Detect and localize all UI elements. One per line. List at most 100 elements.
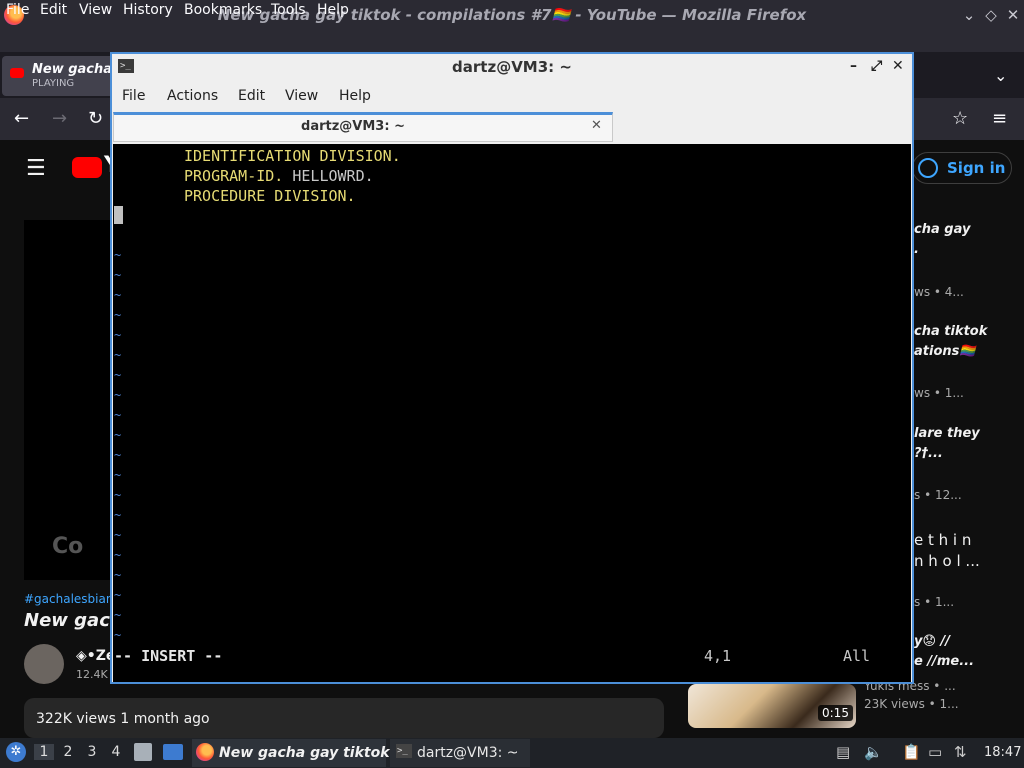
- code-line: PROGRAM-ID. HELLOWRD.: [184, 167, 374, 185]
- ff-menu-file[interactable]: File: [6, 2, 29, 18]
- related-video-meta: s • 12...: [914, 488, 962, 502]
- empty-line-tilde: ~: [114, 608, 122, 622]
- youtube-favicon-icon: [10, 68, 24, 78]
- minimize-icon[interactable]: ⌄: [958, 4, 980, 26]
- file-manager-icon[interactable]: [134, 743, 152, 761]
- reload-icon[interactable]: ↻: [88, 108, 103, 129]
- empty-line-tilde: ~: [114, 488, 122, 502]
- taskbar-terminal-label: dartz@VM3: ~: [417, 745, 519, 761]
- firefox-icon: [196, 743, 214, 761]
- terminal-icon: >_: [396, 744, 412, 758]
- volume-icon[interactable]: 🔈: [864, 743, 883, 761]
- view-count: 322K views 1 month ago: [36, 711, 210, 727]
- empty-line-tilde: ~: [114, 288, 122, 302]
- empty-line-tilde: ~: [114, 448, 122, 462]
- workspace-3[interactable]: 3: [82, 744, 102, 760]
- related-video-meta: 23K views • 1...: [864, 697, 959, 711]
- youtube-logo-icon[interactable]: [72, 157, 102, 178]
- terminal-window-title: dartz@VM3: ~: [452, 58, 572, 76]
- vim-mode-indicator: -- INSERT --: [114, 647, 223, 665]
- workspace-1[interactable]: 1: [34, 744, 54, 760]
- empty-line-tilde: ~: [114, 588, 122, 602]
- ff-menu-history[interactable]: History: [123, 2, 173, 18]
- related-video-meta: s • 1...: [914, 595, 955, 609]
- ff-menu-tools[interactable]: Tools: [271, 2, 306, 18]
- empty-line-tilde: ~: [114, 468, 122, 482]
- maximize-icon[interactable]: ◇: [980, 4, 1002, 26]
- thumbnail-duration: 0:15: [818, 705, 853, 721]
- hamburger-menu-icon[interactable]: ☰: [26, 156, 46, 181]
- terminal-close-icon[interactable]: ✕: [892, 58, 904, 74]
- forward-arrow-icon[interactable]: →: [52, 108, 67, 129]
- workspace-4[interactable]: 4: [106, 744, 126, 760]
- empty-line-tilde: ~: [114, 388, 122, 402]
- empty-line-tilde: ~: [114, 508, 122, 522]
- clipboard-icon[interactable]: 📋: [902, 743, 921, 761]
- empty-line-tilde: ~: [114, 628, 122, 642]
- terminal-minimize-icon[interactable]: –: [850, 58, 857, 74]
- ff-menu-bookmarks[interactable]: Bookmarks: [184, 2, 262, 18]
- terminal-screen[interactable]: [113, 144, 911, 682]
- firefox-menubar: [0, 30, 1024, 52]
- bookmark-star-icon[interactable]: ☆: [952, 108, 968, 129]
- term-menu-actions[interactable]: Actions: [167, 88, 218, 104]
- start-menu-icon[interactable]: ✲: [6, 742, 26, 762]
- player-watermark: Co: [52, 534, 84, 559]
- terminal-tab-title: dartz@VM3: ~: [301, 119, 405, 134]
- empty-line-tilde: ~: [114, 408, 122, 422]
- related-video-title[interactable]: e t h i n: [914, 531, 971, 549]
- term-menu-view[interactable]: View: [285, 88, 318, 104]
- related-video-title[interactable]: cha gay: [914, 222, 970, 237]
- term-menu-file[interactable]: File: [122, 88, 145, 104]
- taskbar-firefox-label: New gacha gay tiktok -...: [219, 745, 417, 761]
- code-line: PROCEDURE DIVISION.: [184, 187, 356, 205]
- term-menu-help[interactable]: Help: [339, 88, 371, 104]
- related-video-title-line2[interactable]: .: [914, 242, 919, 257]
- terminal-menubar: [112, 84, 912, 110]
- text-cursor: [114, 206, 123, 224]
- network-icon[interactable]: ⇅: [954, 743, 967, 761]
- tray-app-icon[interactable]: ▤: [836, 743, 850, 761]
- empty-line-tilde: ~: [114, 248, 122, 262]
- back-arrow-icon[interactable]: ←: [14, 108, 29, 129]
- related-video-title[interactable]: y😟 //: [914, 634, 950, 649]
- empty-line-tilde: ~: [114, 348, 122, 362]
- empty-line-tilde: ~: [114, 328, 122, 342]
- term-menu-edit[interactable]: Edit: [238, 88, 265, 104]
- show-desktop-icon[interactable]: [163, 744, 183, 760]
- video-title: New gach: [24, 610, 123, 631]
- subscriber-count: 12.4K: [76, 668, 108, 681]
- clock: 18:47: [984, 745, 1022, 760]
- code-line: IDENTIFICATION DIVISION.: [184, 147, 401, 165]
- app-menu-icon[interactable]: ≡: [992, 108, 1007, 129]
- related-video-title[interactable]: lare they: [914, 426, 980, 441]
- channel-avatar[interactable]: [24, 644, 64, 684]
- empty-line-tilde: ~: [114, 308, 122, 322]
- close-icon[interactable]: ✕: [1002, 4, 1024, 26]
- related-video-title-line2[interactable]: n h o l ...: [914, 552, 980, 570]
- related-video-meta: ws • 1...: [914, 386, 964, 400]
- related-video-meta: ws • 4...: [914, 285, 964, 299]
- related-video-title[interactable]: cha tiktok: [914, 324, 987, 339]
- ff-menu-edit[interactable]: Edit: [40, 2, 67, 18]
- sign-in-button[interactable]: Sign in: [912, 152, 1012, 184]
- ff-menu-view[interactable]: View: [79, 2, 112, 18]
- empty-line-tilde: ~: [114, 528, 122, 542]
- vim-cursor-position: 4,1: [704, 647, 732, 665]
- terminal-maximize-icon[interactable]: ⤢: [871, 58, 882, 74]
- list-tabs-chevron-icon[interactable]: ⌄: [994, 66, 1007, 85]
- terminal-tab-close-icon[interactable]: ✕: [591, 118, 602, 133]
- tab-playing-status: PLAYING: [32, 78, 75, 89]
- related-video-title-line2[interactable]: ?†...: [914, 446, 943, 461]
- video-player[interactable]: [24, 220, 114, 580]
- workspace-2[interactable]: 2: [58, 744, 78, 760]
- related-video-title-line2[interactable]: ations🏳️‍🌈: [914, 344, 976, 359]
- empty-line-tilde: ~: [114, 428, 122, 442]
- empty-line-tilde: ~: [114, 368, 122, 382]
- vim-scroll-indicator: All: [843, 647, 871, 665]
- display-icon[interactable]: ▭: [928, 743, 942, 761]
- related-video-title-line2[interactable]: e //me...: [914, 654, 974, 669]
- empty-line-tilde: ~: [114, 268, 122, 282]
- empty-line-tilde: ~: [114, 568, 122, 582]
- ff-menu-help[interactable]: Help: [317, 2, 349, 18]
